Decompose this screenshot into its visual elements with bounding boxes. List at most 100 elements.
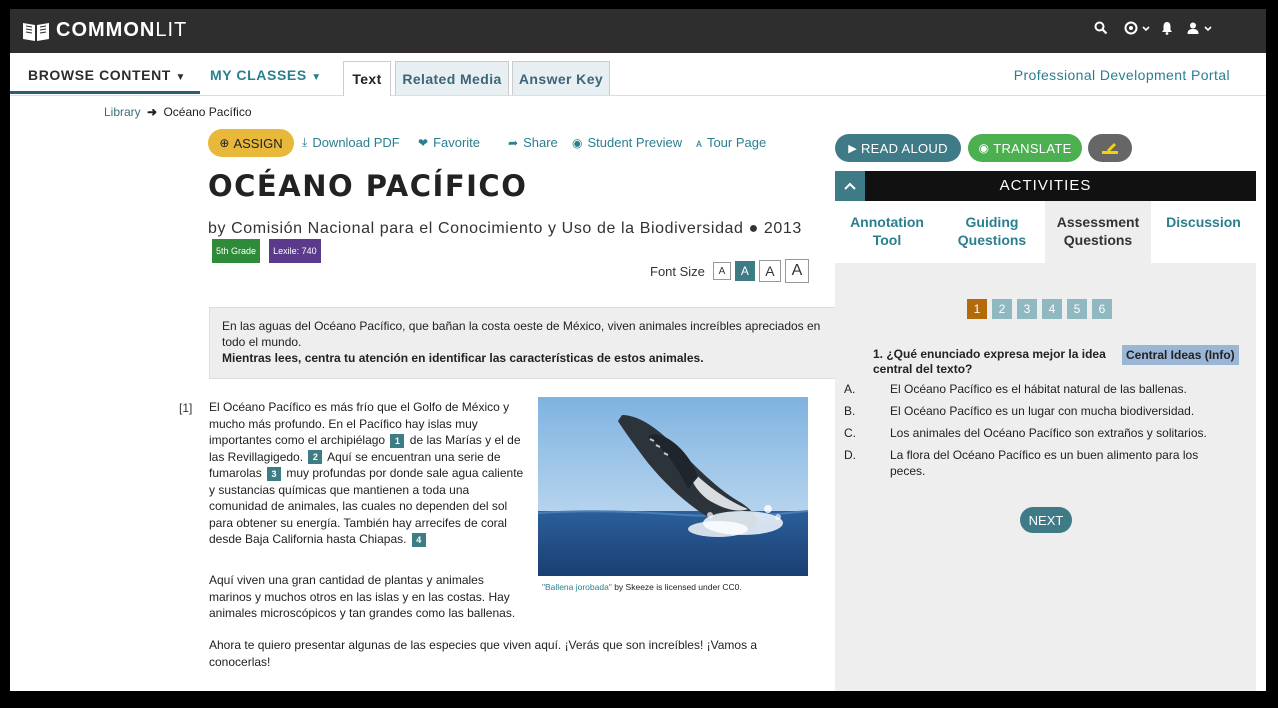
tab-annotation-tool[interactable]: Annotation Tool — [835, 201, 939, 263]
brand-name-light: LIT — [155, 19, 188, 41]
option-text: La flora del Océano Pacífico es un buen … — [890, 448, 1199, 478]
image-caption: "Ballena jorobada" by Skeeze is licensed… — [542, 582, 742, 592]
collapse-button[interactable] — [835, 171, 865, 201]
highlighter-button[interactable] — [1088, 134, 1132, 162]
student-preview-link[interactable]: ◉ Student Preview — [572, 135, 682, 150]
footnote-marker[interactable]: 3 — [267, 466, 282, 481]
tab-related-media[interactable]: Related Media — [395, 61, 509, 95]
professional-development-portal-link[interactable]: Professional Development Portal — [1014, 67, 1230, 83]
activities-header: ACTIVITIES — [835, 171, 1256, 201]
tab-label-line: Guiding — [965, 214, 1019, 230]
tab-label-line: Assessment — [1056, 214, 1140, 230]
share-link[interactable]: ➦ Share — [508, 135, 558, 150]
active-nav-underline — [10, 91, 200, 94]
question-number-button[interactable]: 5 — [1067, 299, 1087, 319]
activities-title: ACTIVITIES — [999, 177, 1092, 194]
favorite-link[interactable]: ❤ Favorite — [418, 135, 480, 150]
font-size-label: Font Size — [650, 263, 705, 279]
intro-instruction: Mientras lees, centra tu atención en ide… — [222, 351, 704, 365]
commonlit-logo[interactable]: COMMON LIT — [22, 19, 187, 42]
tab-assessment-questions[interactable]: Assessment Questions — [1045, 201, 1151, 263]
footnote-marker[interactable]: 1 — [390, 433, 405, 448]
question-number-button[interactable]: 1 — [967, 299, 987, 319]
question-number-button[interactable]: 3 — [1017, 299, 1037, 319]
breadcrumb-library-link[interactable]: Library — [104, 105, 141, 119]
tab-text[interactable]: Text — [343, 61, 391, 96]
grade-badge: 5th Grade — [212, 239, 261, 263]
brand-name-bold: COMMON — [56, 19, 156, 41]
speaker-icon: ▶ — [848, 142, 857, 155]
top-bar: COMMON LIT — [10, 9, 1266, 53]
paragraph-number: [1] — [179, 401, 193, 415]
tab-label-line: Questions — [1063, 232, 1133, 248]
page-title: OCÉANO PACÍFICO — [208, 169, 528, 203]
font-size-xlarge-button[interactable]: A — [784, 259, 809, 283]
caret-down-icon: ▼ — [311, 72, 322, 83]
tour-page-link[interactable]: ᴀ Tour Page — [696, 135, 766, 150]
read-aloud-button[interactable]: ▶ READ ALOUD — [835, 134, 961, 162]
assign-button[interactable]: ⊕ ASSIGN — [208, 129, 294, 157]
bell-icon[interactable] — [1160, 21, 1174, 35]
share-label: Share — [523, 135, 558, 150]
font-size-large-button[interactable]: A — [758, 260, 781, 282]
font-size-control: Font Size A A A A — [650, 259, 809, 283]
highlighter-icon — [1102, 143, 1118, 154]
tab-label-line: Questions — [957, 232, 1027, 248]
browse-content-menu[interactable]: BROWSE CONTENT ▼ — [28, 67, 186, 83]
footnote-marker[interactable]: 4 — [411, 532, 426, 547]
intro-box: En las aguas del Océano Pacífico, que ba… — [209, 307, 836, 379]
tab-guiding-questions[interactable]: Guiding Questions — [939, 201, 1045, 263]
favorite-label: Favorite — [433, 135, 481, 150]
question-number-button[interactable]: 4 — [1042, 299, 1062, 319]
tour-page-label: Tour Page — [706, 135, 767, 150]
plus-circle-icon: ⊕ — [219, 136, 230, 150]
tab-label-line: Discussion — [1166, 214, 1241, 230]
breadcrumb: Library ➜ Océano Pacífico — [104, 105, 252, 119]
paragraph-1: El Océano Pacífico es más frío que el Go… — [209, 399, 529, 548]
paragraph-3: Ahora te quiero presentar algunas de las… — [209, 638, 758, 669]
question-text: 1. ¿Qué enunciado expresa mejor la idea … — [873, 347, 1106, 376]
question-number-button[interactable]: 2 — [992, 299, 1012, 319]
lexile-badge: Lexile: 740 — [269, 239, 321, 263]
question-number-button[interactable]: 6 — [1092, 299, 1112, 319]
search-icon[interactable] — [1094, 21, 1108, 35]
tab-answer-key[interactable]: Answer Key — [512, 61, 610, 95]
download-pdf-link[interactable]: ⤓ Download PDF — [302, 135, 400, 150]
option-letter: C. — [844, 426, 856, 440]
translate-button[interactable]: ◉ TRANSLATE — [968, 134, 1082, 162]
globe-icon — [1124, 21, 1138, 35]
download-pdf-label: Download PDF — [312, 135, 400, 150]
tab-label-line: Annotation — [850, 214, 924, 230]
question-pagination: 1 2 3 4 5 6 — [967, 299, 1117, 319]
translate-label: TRANSLATE — [993, 140, 1072, 156]
caption-link[interactable]: "Ballena jorobada" — [542, 582, 612, 592]
paragraph-2: Aquí viven una gran cantidad de plantas … — [209, 573, 516, 620]
browse-content-label: BROWSE CONTENT — [28, 67, 171, 83]
person-walking-icon: ᴀ — [696, 135, 702, 150]
my-classes-menu[interactable]: MY CLASSES ▼ — [210, 67, 322, 83]
arrow-right-icon: ➜ — [147, 105, 158, 119]
footnote-marker[interactable]: 2 — [308, 450, 323, 465]
caret-down-icon — [1204, 26, 1212, 32]
option-text: El Océano Pacífico es el hábitat natural… — [890, 382, 1187, 396]
user-menu[interactable] — [1186, 21, 1213, 35]
user-icon — [1187, 22, 1199, 34]
font-size-small-button[interactable]: A — [712, 262, 731, 280]
nav-bar: BROWSE CONTENT ▼ MY CLASSES ▼ Text Relat… — [10, 53, 1266, 96]
activities-tabs: Annotation Tool Guiding Questions Assess… — [835, 201, 1256, 263]
language-menu[interactable] — [1124, 21, 1151, 35]
caption-credit: by Skeeze is licensed under CC0. — [611, 582, 742, 592]
share-arrow-icon: ➦ — [508, 135, 519, 150]
read-aloud-label: READ ALOUD — [860, 140, 948, 156]
option-letter: B. — [844, 404, 856, 418]
my-classes-label: MY CLASSES — [210, 67, 307, 83]
tab-discussion[interactable]: Discussion — [1151, 201, 1256, 263]
caret-down-icon — [1142, 26, 1150, 32]
intro-text: En las aguas del Océano Pacífico, que ba… — [222, 319, 821, 349]
caret-down-icon: ▼ — [175, 72, 186, 83]
book-icon — [23, 22, 49, 41]
next-button[interactable]: NEXT — [1020, 507, 1072, 533]
byline: by Comisión Nacional para el Conocimient… — [208, 219, 808, 263]
font-size-medium-button[interactable]: A — [734, 261, 755, 281]
app-frame: COMMON LIT BROWSE CONTENT ▼ MY CLASSES ▼ … — [10, 9, 1266, 691]
